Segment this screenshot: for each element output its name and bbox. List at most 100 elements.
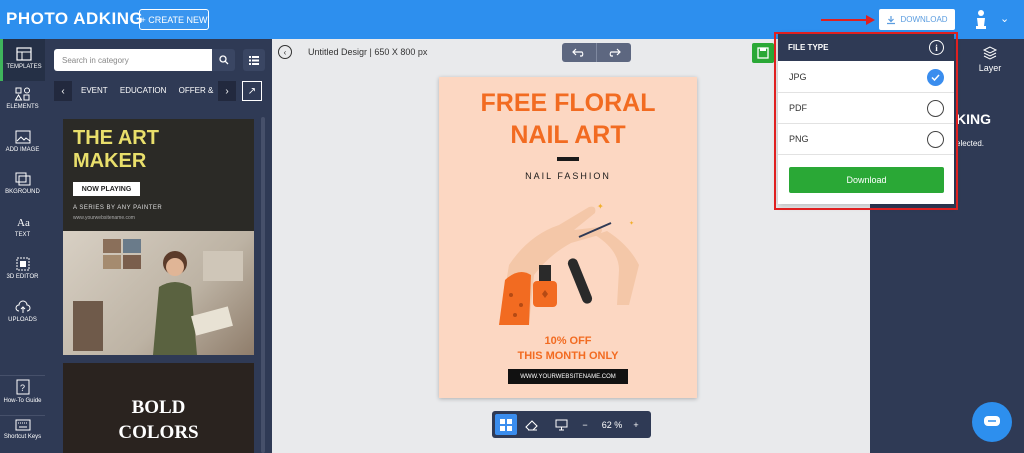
document-title[interactable]: Untitled Desigr | 650 X 800 px xyxy=(308,47,427,57)
panel-scrollbar[interactable] xyxy=(261,117,265,453)
template-title-line: COLORS xyxy=(118,422,199,443)
elements-icon xyxy=(14,87,30,101)
search-button[interactable] xyxy=(212,49,235,71)
template-title-line: BOLD xyxy=(131,397,186,418)
nav-label: BKGROUND xyxy=(5,189,40,195)
search-icon xyxy=(218,55,228,65)
template-subtitle: A SERIES BY ANY PAINTER xyxy=(73,205,163,211)
layer-tab[interactable]: Layer xyxy=(956,39,1024,84)
undo-button[interactable] xyxy=(562,43,597,62)
template-photo-painter xyxy=(63,231,254,355)
layer-label: Layer xyxy=(978,63,1002,73)
save-icon xyxy=(757,47,769,59)
category-education[interactable]: EDUCATION xyxy=(120,86,167,95)
category-row: ‹ EVENT EDUCATION OFFER & SA › ↗ xyxy=(54,81,264,101)
annotation-highlight-box xyxy=(774,32,958,210)
background-icon xyxy=(15,172,30,186)
template-title: THE ART MAKER xyxy=(73,127,159,173)
category-event[interactable]: EVENT xyxy=(81,86,108,95)
create-new-button[interactable]: + CREATE NEW xyxy=(139,9,209,30)
template-now-playing: NOW PLAYING xyxy=(73,182,140,196)
nav-shortcut-keys[interactable]: Shortcut Keys xyxy=(0,415,45,440)
poster-offer-line: THIS MONTH ONLY xyxy=(517,350,619,362)
template-panel: Search in category ‹ EVENT EDUCATION OFF… xyxy=(45,39,272,453)
chat-icon xyxy=(984,416,1000,426)
nail-art-illustration[interactable]: ✦✦ xyxy=(479,195,659,325)
download-button[interactable]: DOWNLOAD xyxy=(879,9,955,30)
nav-add-image[interactable]: ADD IMAGE xyxy=(0,130,45,153)
templates-icon xyxy=(16,47,32,61)
list-icon xyxy=(249,55,259,65)
presentation-icon xyxy=(555,419,567,430)
nav-3d-editor[interactable]: 3D EDITOR xyxy=(0,257,45,280)
nav-text[interactable]: Aa TEXT xyxy=(0,215,45,238)
nav-label: ADD IMAGE xyxy=(5,147,40,153)
category-prev-button[interactable]: ‹ xyxy=(54,81,72,101)
grid-view-button[interactable] xyxy=(495,414,517,435)
template-title: BOLD COLORS xyxy=(63,395,254,445)
upload-icon xyxy=(15,300,30,313)
download-label: DOWNLOAD xyxy=(900,15,948,24)
undo-redo-group xyxy=(562,43,631,62)
nav-label: TEMPLATES xyxy=(6,64,42,70)
eraser-icon xyxy=(524,419,538,431)
svg-text:Aa: Aa xyxy=(17,217,30,229)
design-canvas-poster[interactable]: FREE FLORAL NAIL ART NAIL FASHION ✦ ✦ 10%… xyxy=(439,77,697,398)
nav-elements[interactable]: ELEMENTS xyxy=(0,87,45,110)
user-avatar-icon[interactable] xyxy=(974,9,988,30)
nav-label: Shortcut Keys xyxy=(3,434,42,440)
3d-editor-icon xyxy=(16,257,29,271)
nav-label: TEXT xyxy=(14,232,31,238)
keyboard-icon xyxy=(15,419,30,431)
list-view-button[interactable] xyxy=(243,49,265,71)
poster-title-line: NAIL ART xyxy=(510,121,626,149)
template-title-line: MAKER xyxy=(73,150,147,172)
svg-text:?: ? xyxy=(20,383,25,393)
chat-button[interactable] xyxy=(972,402,1012,442)
search-input[interactable]: Search in category xyxy=(54,49,230,71)
right-panel-text: elected. xyxy=(956,139,985,148)
category-list: EVENT EDUCATION OFFER & SA xyxy=(76,86,216,95)
template-card-bold-colors[interactable]: BOLD COLORS xyxy=(63,363,254,453)
save-button[interactable] xyxy=(752,43,774,63)
zoom-in-button[interactable]: + xyxy=(629,414,643,435)
text-icon: Aa xyxy=(17,217,30,229)
nav-label: How-To Guide xyxy=(3,398,42,404)
present-button[interactable] xyxy=(550,414,572,435)
poster-subtitle[interactable]: NAIL FASHION xyxy=(439,171,697,181)
grid-icon xyxy=(500,418,512,431)
painter-illustration xyxy=(73,239,243,355)
eraser-button[interactable] xyxy=(520,414,542,435)
poster-divider[interactable] xyxy=(557,157,579,161)
category-next-button[interactable]: › xyxy=(218,81,236,101)
annotation-arrow-head xyxy=(866,15,875,25)
chevron-down-icon[interactable]: ⌄ xyxy=(1000,12,1009,25)
annotation-arrow xyxy=(821,19,869,21)
nav-background[interactable]: BKGROUND xyxy=(0,172,45,195)
back-icon[interactable]: ‹ xyxy=(278,45,292,59)
category-offer-sale[interactable]: OFFER & SA xyxy=(179,86,216,95)
template-title-line: THE ART xyxy=(73,127,159,149)
expand-icon[interactable]: ↗ xyxy=(242,81,262,101)
app-logo[interactable]: PHOTO ADKING xyxy=(6,9,143,29)
zoom-out-button[interactable]: − xyxy=(578,414,592,435)
redo-icon xyxy=(609,48,621,57)
redo-button[interactable] xyxy=(597,43,631,62)
template-card-art-maker[interactable]: THE ART MAKER NOW PLAYING A SERIES BY AN… xyxy=(63,119,254,355)
poster-offer[interactable]: 10% OFF THIS MONTH ONLY xyxy=(439,334,697,364)
poster-url-bar[interactable]: WWW.YOURWEBSITENAME.COM xyxy=(508,369,628,384)
right-panel-logo: KING xyxy=(956,111,991,127)
poster-offer-line: 10% OFF xyxy=(544,335,592,347)
nav-howto-guide[interactable]: ? How-To Guide xyxy=(0,375,45,404)
svg-text:✦: ✦ xyxy=(629,220,634,227)
undo-icon xyxy=(572,48,584,57)
poster-title[interactable]: FREE FLORAL NAIL ART xyxy=(439,87,697,151)
nav-uploads[interactable]: UPLOADS xyxy=(0,300,45,323)
nav-label: 3D EDITOR xyxy=(6,274,39,280)
book-question-icon: ? xyxy=(16,379,29,395)
nav-label: ELEMENTS xyxy=(6,104,39,110)
template-url: www.yourwebsitename.com xyxy=(73,215,135,221)
zoom-level: 62 % xyxy=(601,419,623,430)
nav-label: UPLOADS xyxy=(8,317,37,323)
nav-templates[interactable]: TEMPLATES xyxy=(0,39,45,81)
